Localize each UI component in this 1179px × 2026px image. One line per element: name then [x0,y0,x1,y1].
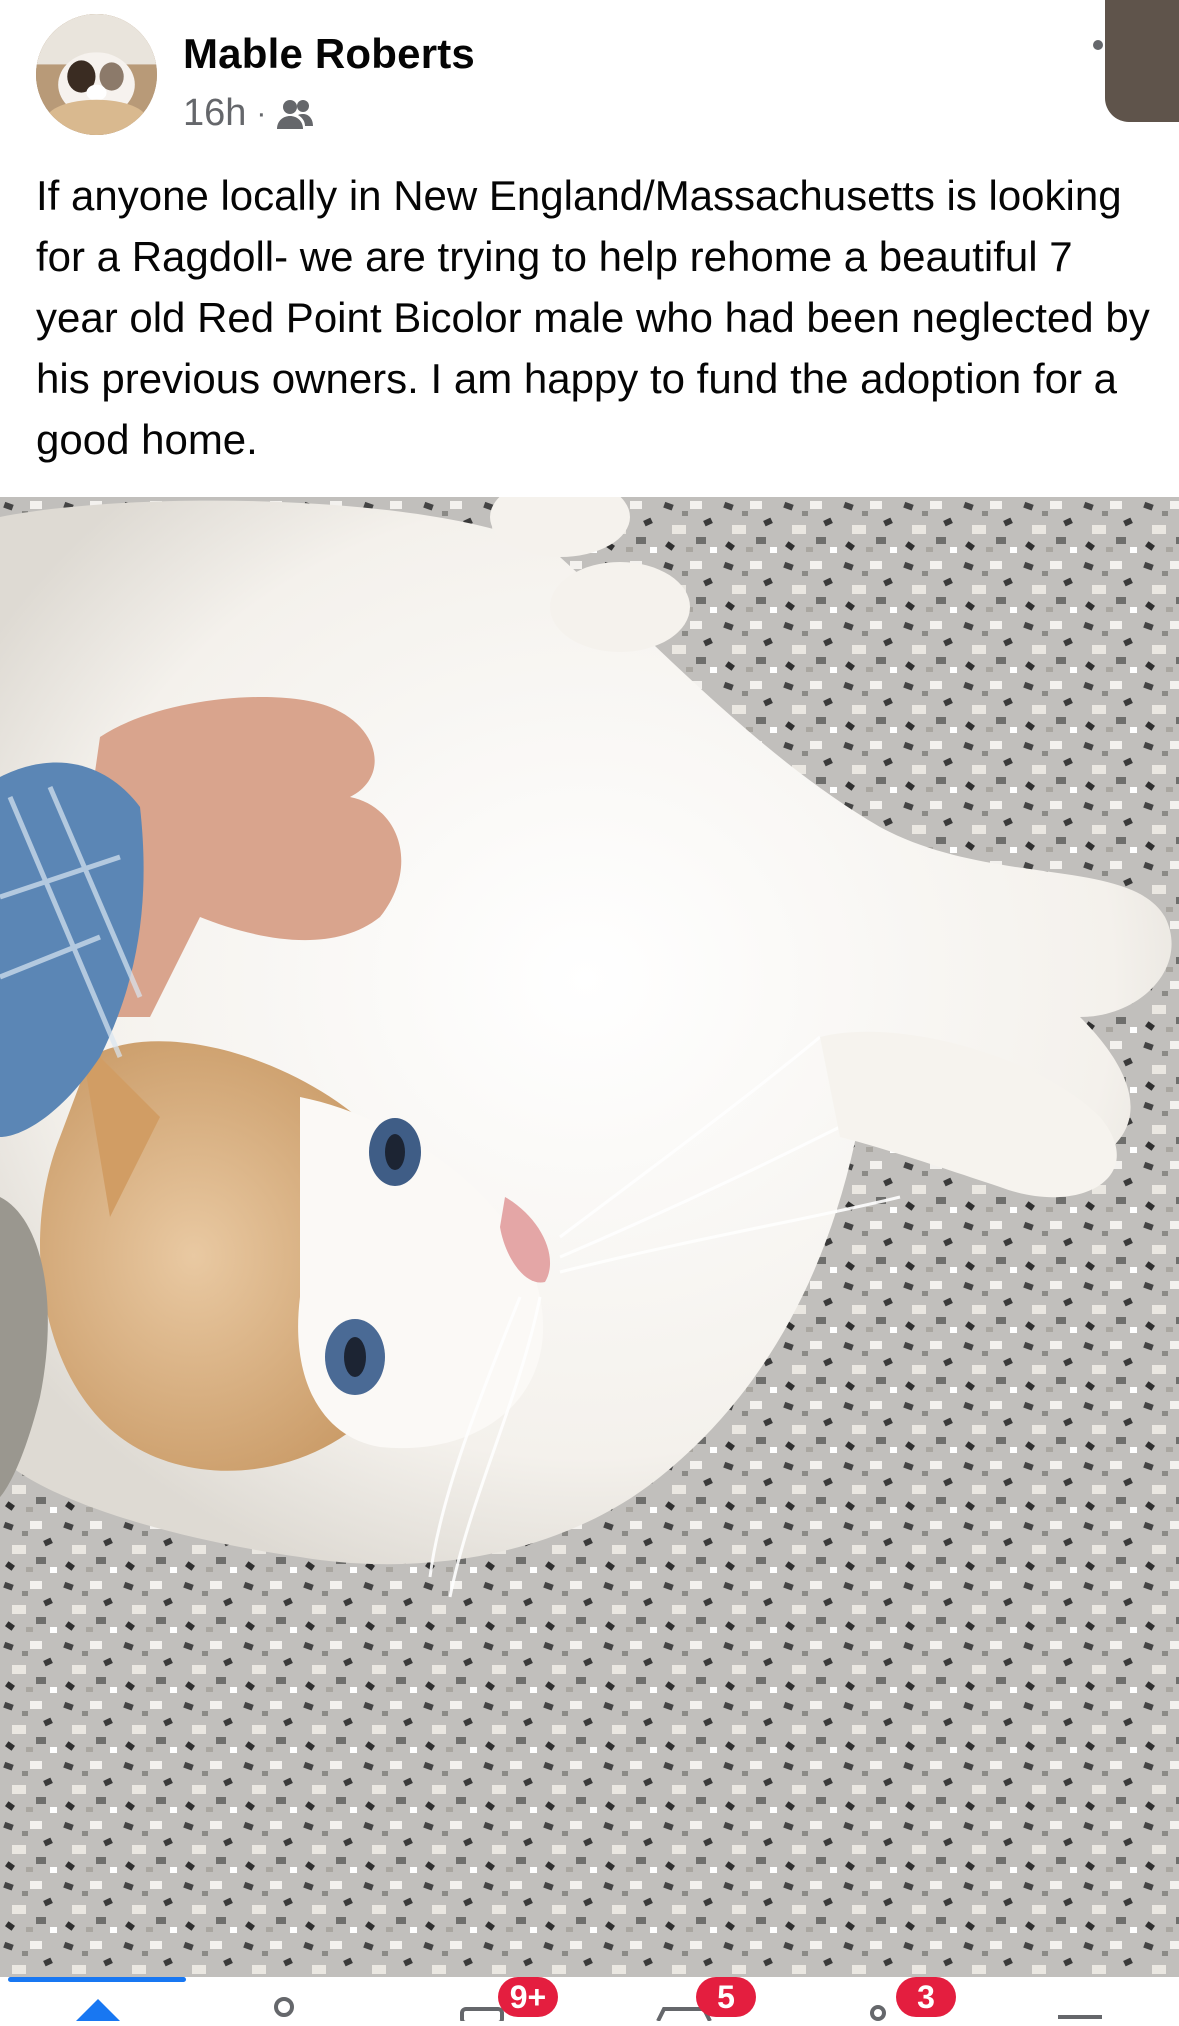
post-time[interactable]: 16h [183,92,246,135]
friends-icon[interactable] [276,97,314,131]
nav-home[interactable] [68,1987,128,2021]
friends-icon [274,1997,294,2017]
overlay-panel [1105,0,1179,122]
nav-groups[interactable]: 3 [862,1977,956,2021]
post-text: If anyone locally in New England/Massach… [36,172,1150,463]
avatar-cat-image [36,14,157,135]
marketplace-badge: 5 [696,1977,756,2017]
more-options-dot[interactable] [1093,40,1103,50]
cat-photo-image [0,497,1179,1977]
post-meta: 16h · [183,92,314,135]
post-photo[interactable] [0,497,1179,1977]
nav-friends[interactable] [254,1987,314,2021]
home-icon [76,1999,120,2021]
nav-video[interactable]: 9+ [456,1977,558,2025]
nav-marketplace[interactable]: 5 [654,1977,756,2022]
author-avatar[interactable] [36,14,157,135]
post-header: Mable Roberts 16h · [0,0,1179,150]
video-badge: 9+ [498,1977,558,2017]
menu-icon [1058,2015,1102,2019]
nav-menu[interactable] [1050,1987,1110,2021]
groups-badge: 3 [896,1977,956,2017]
active-tab-indicator [8,1977,186,1982]
author-name[interactable]: Mable Roberts [183,30,475,78]
meta-separator: · [256,96,267,130]
bottom-nav-bar: 9+ 5 3 [0,1977,1179,2025]
